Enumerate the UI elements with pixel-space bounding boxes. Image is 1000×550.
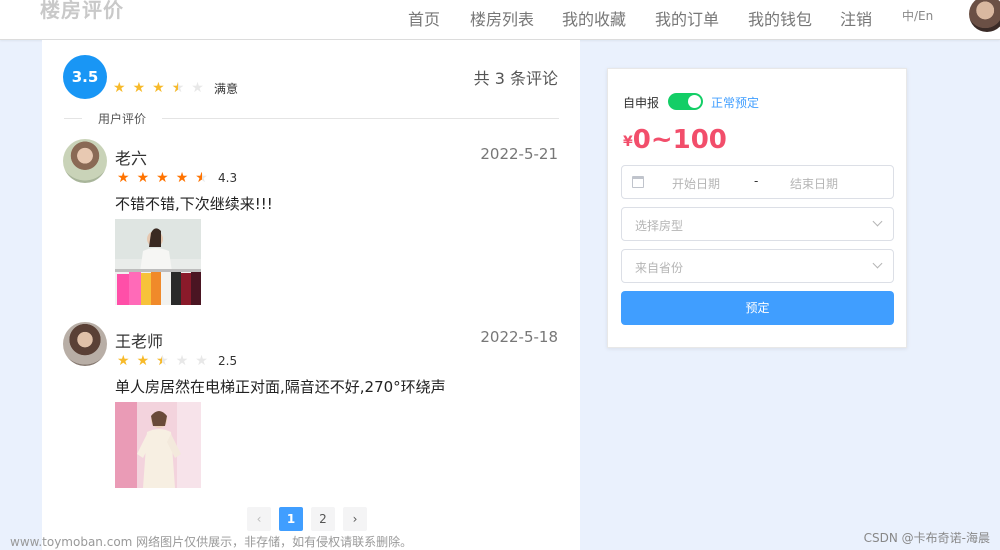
review-photo[interactable] (115, 219, 201, 305)
star-icon: ★ (156, 354, 169, 368)
price-value: 0~100 (632, 125, 727, 155)
overall-star-rating: ★ ★ ★ ★ ★ (113, 81, 204, 95)
review-text: 单人房居然在电梯正对面,隔音还不好,270°环绕声 (115, 378, 446, 396)
page-2-button[interactable]: 2 (311, 507, 335, 531)
currency-symbol: ¥ (623, 134, 633, 150)
room-type-select[interactable]: 选择房型 (621, 207, 894, 241)
province-placeholder: 来自省份 (635, 261, 684, 275)
book-button[interactable]: 预定 (621, 291, 894, 325)
switch-label: 自申报 (623, 96, 660, 110)
language-switch[interactable]: 中/En (902, 7, 933, 24)
author-credit: CSDN @卡布奇诺-海晨 (863, 531, 990, 545)
review-item: 老六 2022-5-21 ★ ★ ★ ★ ★ 4.3 不错不错,下次继续来!!! (42, 139, 580, 319)
review-item: 王老师 2022-5-18 ★ ★ ★ ★ ★ 2.5 单人房居然在电梯正对面,… (42, 322, 580, 502)
star-icon: ★ (172, 81, 185, 95)
top-navbar: 楼房评价 首页 楼房列表 我的收藏 我的订单 我的钱包 注销 中/En (0, 0, 1000, 40)
review-count: 共 3 条评论 (473, 69, 558, 88)
province-select[interactable]: 来自省份 (621, 249, 894, 283)
star-icon: ★ (117, 353, 130, 369)
review-text: 不错不错,下次继续来!!! (115, 195, 273, 213)
star-icon: ★ (136, 353, 150, 369)
star-icon: ★ (191, 80, 204, 96)
review-score: 4.3 (218, 171, 238, 185)
page-logo-title: 楼房评价 (40, 0, 124, 22)
calendar-icon (632, 176, 644, 188)
price-range: ¥0~100 (623, 125, 727, 155)
reviewer-avatar (63, 322, 107, 366)
review-star-rating: ★ ★ ★ ★ ★ (117, 354, 208, 368)
end-date-input[interactable]: 结束日期 (790, 175, 838, 192)
review-score: 2.5 (218, 354, 238, 368)
chevron-down-icon (872, 216, 883, 227)
self-declare-toggle[interactable] (668, 93, 703, 110)
overall-score-badge: 3.5 (63, 55, 107, 99)
date-range-picker[interactable]: 开始日期 - 结束日期 (621, 165, 894, 199)
nav-home[interactable]: 首页 (408, 6, 440, 30)
prev-page-button[interactable]: ‹ (247, 507, 271, 531)
divider-line (162, 118, 559, 119)
star-icon: ★ (136, 170, 150, 186)
reviews-panel: 3.5 ★ ★ ★ ★ ★ 满意 共 3 条评论 用户评价 老六 2022-5-… (42, 40, 580, 550)
switch-status-text: 正常预定 (711, 96, 760, 110)
start-date-input[interactable]: 开始日期 (672, 175, 720, 192)
user-avatar[interactable] (969, 0, 1000, 32)
nav-building-list[interactable]: 楼房列表 (470, 6, 534, 30)
review-date: 2022-5-18 (480, 328, 558, 346)
date-separator: - (754, 174, 759, 188)
divider-line (64, 118, 82, 119)
star-icon: ★ (195, 171, 208, 185)
review-date: 2022-5-21 (480, 145, 558, 163)
booking-card: 自申报 正常预定 ¥0~100 开始日期 - 结束日期 选择房型 来自省份 预定 (607, 68, 907, 348)
reviewer-name: 王老师 (115, 332, 164, 351)
reviewer-avatar (63, 139, 107, 183)
nav-my-favorites[interactable]: 我的收藏 (562, 6, 626, 30)
room-type-placeholder: 选择房型 (635, 219, 684, 233)
review-star-rating: ★ ★ ★ ★ ★ (117, 171, 208, 185)
nav-my-orders[interactable]: 我的订单 (655, 6, 719, 30)
reviewer-name: 老六 (115, 149, 148, 168)
star-icon: ★ (156, 170, 169, 186)
star-icon: ★ (117, 170, 130, 186)
rating-text: 满意 (214, 82, 239, 96)
section-divider: 用户评价 (64, 109, 559, 129)
nav-my-wallet[interactable]: 我的钱包 (748, 6, 812, 30)
pagination: ‹ 1 2 › (247, 507, 367, 531)
review-photo[interactable] (115, 402, 201, 488)
section-title: 用户评价 (98, 112, 147, 126)
star-icon: ★ (113, 80, 126, 96)
next-page-button[interactable]: › (343, 507, 367, 531)
watermark-text: www.toymoban.com 网络图片仅供展示，非存储，如有侵权请联系删除。 (10, 535, 413, 549)
page-1-button[interactable]: 1 (279, 507, 303, 531)
chevron-down-icon (872, 258, 883, 269)
nav-logout[interactable]: 注销 (840, 6, 872, 30)
star-icon: ★ (132, 80, 146, 96)
star-icon: ★ (175, 353, 189, 369)
star-icon: ★ (152, 80, 165, 96)
star-icon: ★ (195, 353, 208, 369)
star-icon: ★ (175, 170, 189, 186)
